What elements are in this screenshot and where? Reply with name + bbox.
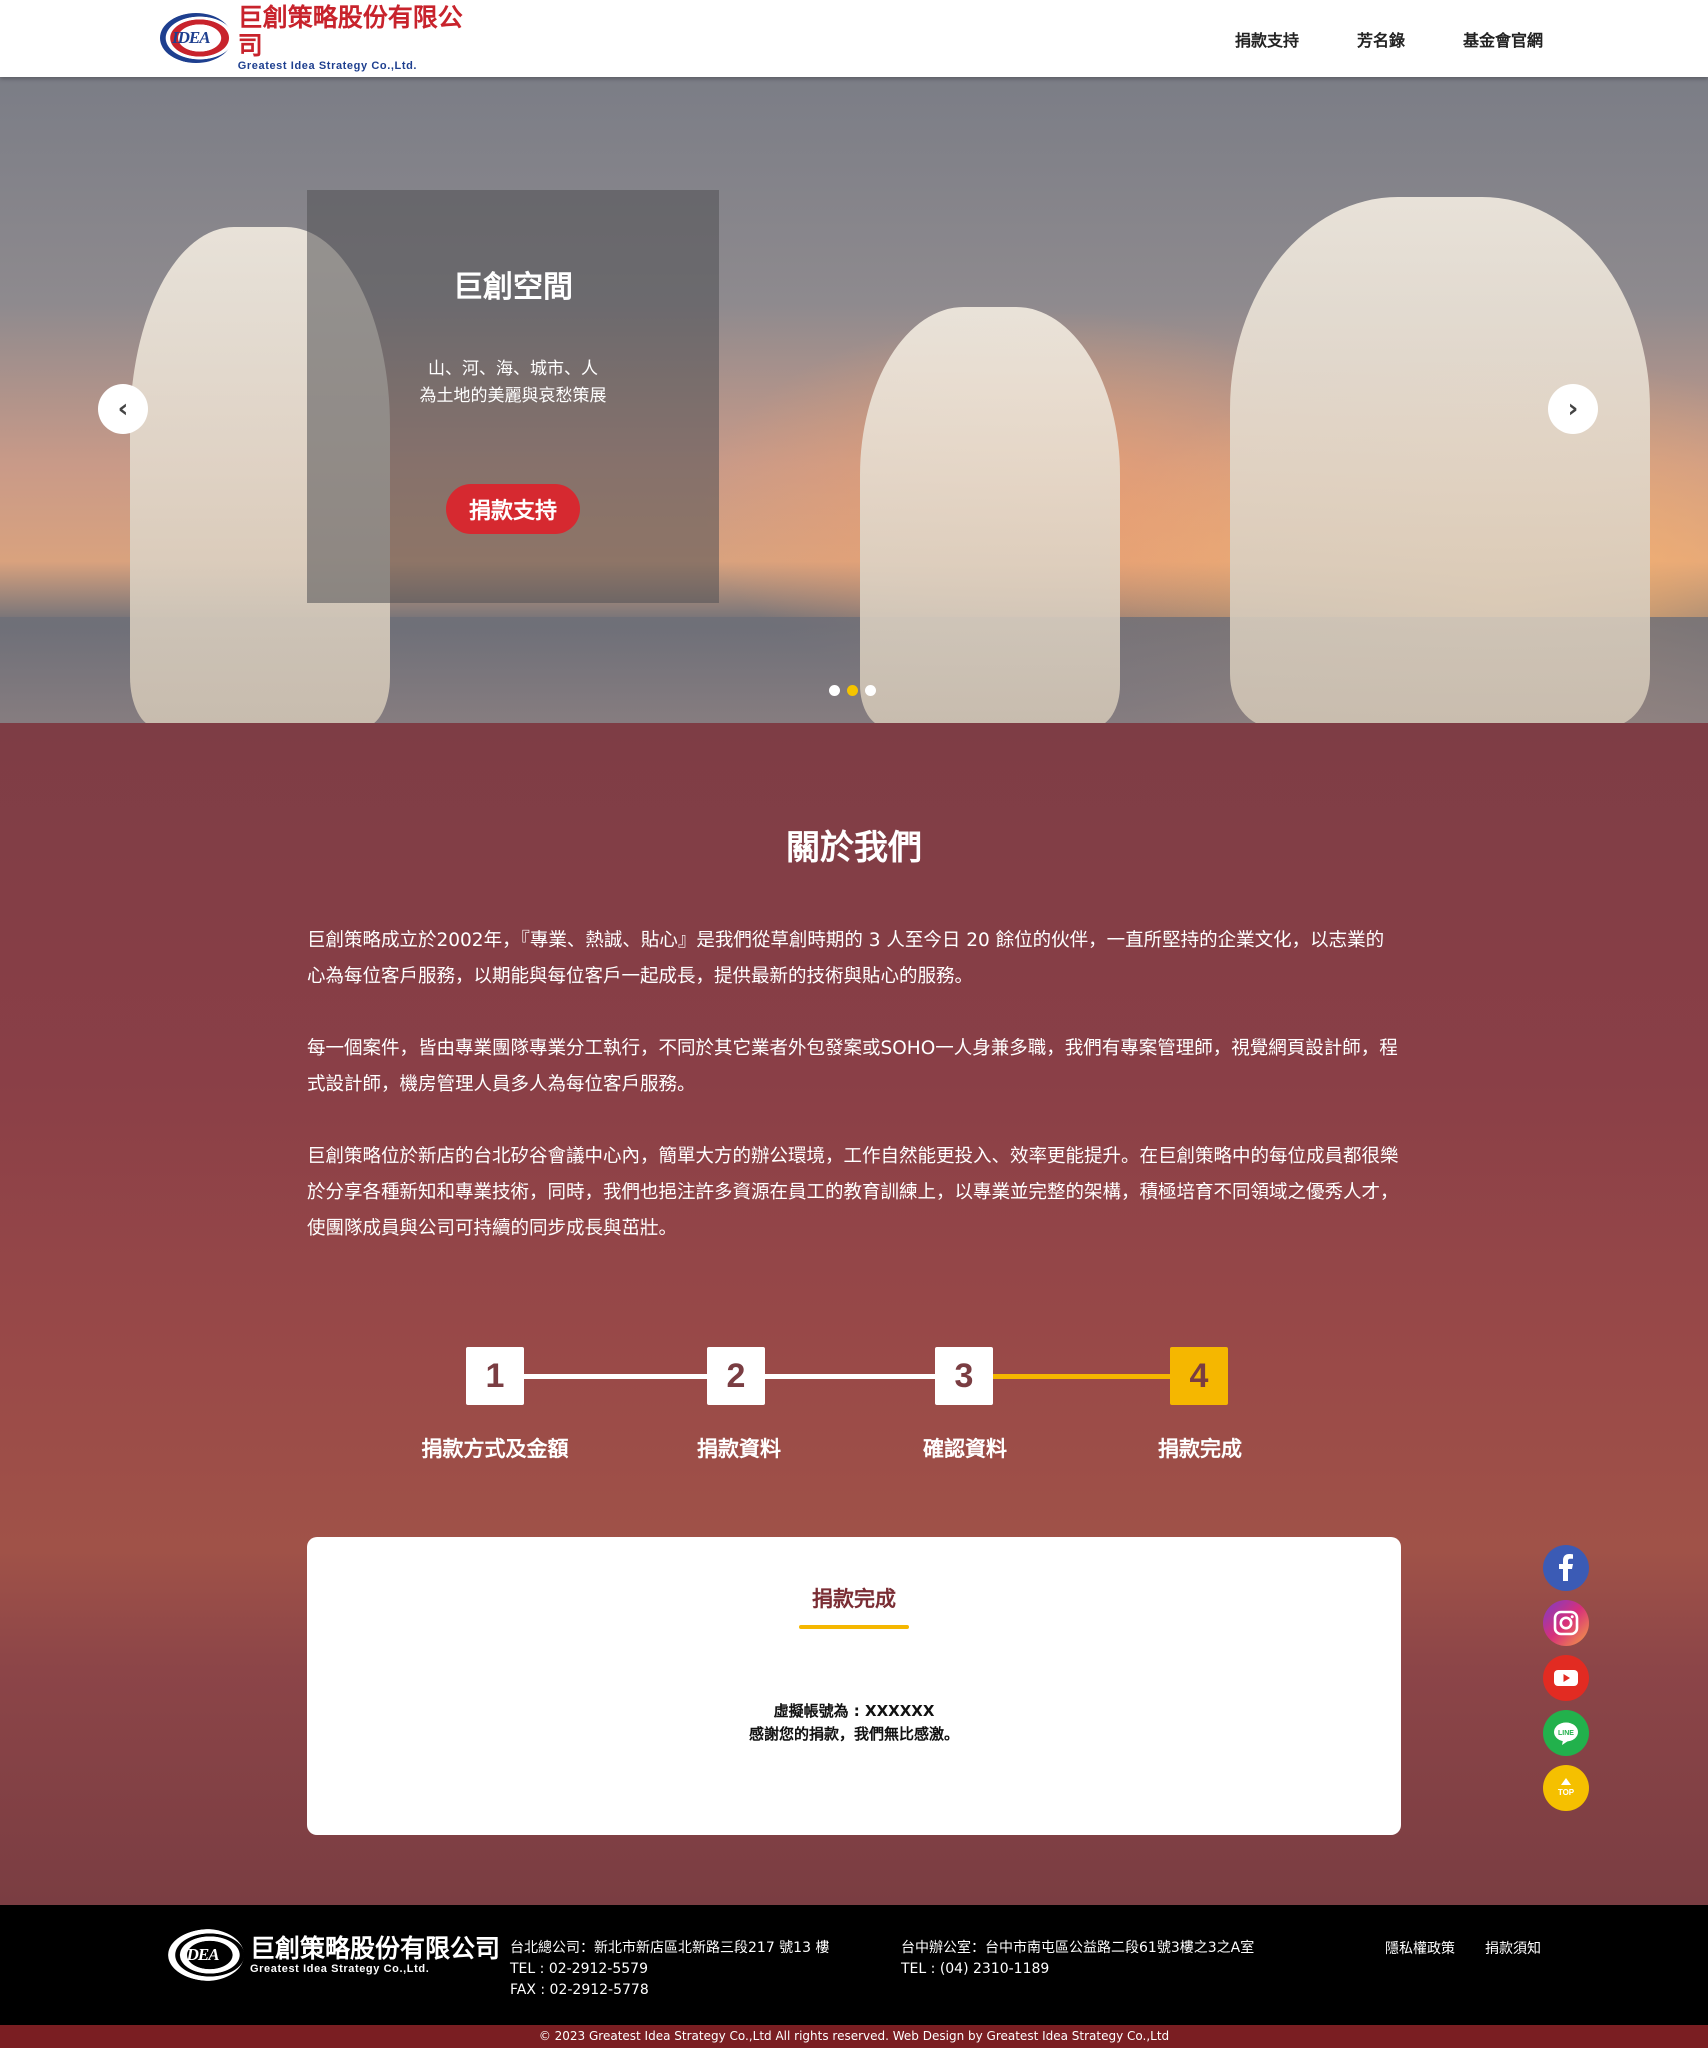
copyright-bar: © 2023 Greatest Idea Strategy Co.,Ltd Al… [0, 2025, 1708, 2048]
taichung-address: 台中辦公室：台中市南屯區公益路二段61號3樓之3之A室 [901, 1940, 1255, 1956]
step-3-number: 3 [935, 1347, 993, 1405]
step-connector [523, 1374, 709, 1379]
about-paragraph: 每一個案件，皆由專業團隊專業分工執行，不同於其它業者外包發案或SOHO一人身兼多… [307, 1038, 1398, 1095]
virtual-account-text: 虛擬帳號為 : XXXXXX [773, 1702, 935, 1720]
youtube-button[interactable] [1543, 1655, 1589, 1701]
about-body: 巨創策略成立於2002年，『專業、熱誠、貼心』是我們從草創時期的 3 人至今日 … [307, 923, 1401, 1283]
step-3-label: 確認資料 [923, 1437, 1007, 1461]
hero-subtitle: 山、河、海、城市、人 為土地的美麗與哀愁策展 [419, 359, 607, 406]
footer-logo-chinese-name: 巨創策略股份有限公司 [250, 1934, 501, 1963]
footer-logo-mark: IDEA [168, 1929, 244, 1981]
youtube-icon [1554, 1670, 1578, 1686]
step-2-number: 2 [707, 1347, 765, 1405]
step-4-number: 4 [1170, 1347, 1228, 1405]
nav-foundation-site[interactable]: 基金會官網 [1463, 27, 1543, 51]
slider-next-button[interactable]: › [1548, 384, 1598, 434]
about-paragraph: 巨創策略成立於2002年，『專業、熱誠、貼心』是我們從草創時期的 3 人至今日 … [307, 930, 1385, 987]
donation-steps: 1 2 3 4 捐款方式及金額 捐款資料 確認資料 捐款完成 [0, 1347, 1708, 1467]
logo-chinese-name: 巨創策略股份有限公司 [237, 3, 463, 60]
step-1-label: 捐款方式及金額 [421, 1437, 569, 1461]
slider-dot-3[interactable] [865, 685, 876, 696]
step-connector [765, 1374, 937, 1379]
chevron-right-icon: › [1567, 394, 1579, 424]
privacy-policy-link[interactable]: 隱私權政策 [1385, 1938, 1455, 1958]
back-to-top-button[interactable]: TOP [1543, 1765, 1589, 1811]
line-icon: LINE [1554, 1722, 1578, 1745]
line-button[interactable]: LINE [1543, 1710, 1589, 1756]
facebook-button[interactable] [1543, 1545, 1589, 1591]
site-header: IDEA 巨創策略股份有限公司 Greatest Idea Strategy C… [0, 0, 1708, 77]
taipei-fax: FAX : 02-2912-5778 [510, 1982, 649, 1998]
nav-donate[interactable]: 捐款支持 [1235, 27, 1299, 51]
thank-you-text: 感謝您的捐款，我們無比感激。 [748, 1725, 959, 1743]
taichung-tel: TEL : (04) 2310-1189 [901, 1961, 1050, 1977]
logo-mark: IDEA [160, 13, 232, 63]
donation-complete-card: 捐款完成 虛擬帳號為 : XXXXXX 感謝您的捐款，我們無比感激。 [307, 1537, 1401, 1835]
hero-title: 巨創空間 [453, 270, 573, 305]
slider-dot-1[interactable] [829, 685, 840, 696]
company-logo[interactable]: IDEA 巨創策略股份有限公司 Greatest Idea Strategy C… [160, 4, 480, 72]
step-connector-active [993, 1374, 1171, 1379]
step-1-number: 1 [466, 1347, 524, 1405]
taipei-office-info: 台北總公司：新北市新店區北新路三段217 號13 樓 TEL : 02-2912… [510, 1938, 829, 2001]
slider-dots [829, 685, 876, 696]
donation-notice-link[interactable]: 捐款須知 [1485, 1938, 1541, 1958]
instagram-icon [1553, 1610, 1579, 1636]
nav-donor-list[interactable]: 芳名錄 [1357, 27, 1405, 51]
slider-dot-2[interactable] [847, 685, 858, 696]
step-2-label: 捐款資料 [697, 1437, 781, 1461]
hero-caption-panel: 巨創空間 山、河、海、城市、人 為土地的美麗與哀愁策展 捐款支持 [307, 190, 719, 603]
hero-donate-button[interactable]: 捐款支持 [445, 484, 580, 534]
main-nav: 捐款支持 芳名錄 基金會官網 [1235, 0, 1543, 77]
hero-image-dancer [860, 307, 1120, 723]
taichung-office-info: 台中辦公室：台中市南屯區公益路二段61號3樓之3之A室 TEL : (04) 2… [901, 1938, 1254, 1980]
hero-slider: 巨創空間 山、河、海、城市、人 為土地的美麗與哀愁策展 捐款支持 ‹ › [0, 77, 1708, 723]
instagram-button[interactable] [1543, 1600, 1589, 1646]
hero-image-dancer [1230, 197, 1650, 723]
site-footer: IDEA 巨創策略股份有限公司 Greatest Idea Strategy C… [0, 1905, 1708, 2025]
back-to-top-label: TOP [1558, 1788, 1575, 1797]
chevron-left-icon: ‹ [117, 394, 129, 424]
back-to-top-icon: TOP [1558, 1778, 1575, 1797]
taipei-address: 台北總公司：新北市新店區北新路三段217 號13 樓 [510, 1940, 830, 1956]
footer-logo-english-name: Greatest Idea Strategy Co.,Ltd. [250, 1963, 430, 1975]
facebook-icon [1559, 1554, 1573, 1581]
taipei-tel: TEL : 02-2912-5579 [510, 1961, 648, 1977]
footer-logo[interactable]: IDEA 巨創策略股份有限公司 Greatest Idea Strategy C… [168, 1929, 500, 1981]
card-title-underline [799, 1625, 909, 1629]
slider-prev-button[interactable]: ‹ [98, 384, 148, 434]
line-icon-label: LINE [1558, 1730, 1574, 1737]
card-title: 捐款完成 [812, 1587, 896, 1611]
step-4-label: 捐款完成 [1158, 1437, 1242, 1461]
footer-links: 隱私權政策 捐款須知 [1385, 1938, 1541, 1958]
about-paragraph: 巨創策略位於新店的台北矽谷會議中心內，簡單大方的辦公環境，工作自然能更投入、效率… [307, 1146, 1399, 1239]
logo-english-name: Greatest Idea Strategy Co.,Ltd. [237, 60, 418, 72]
about-title: 關於我們 [786, 828, 922, 868]
